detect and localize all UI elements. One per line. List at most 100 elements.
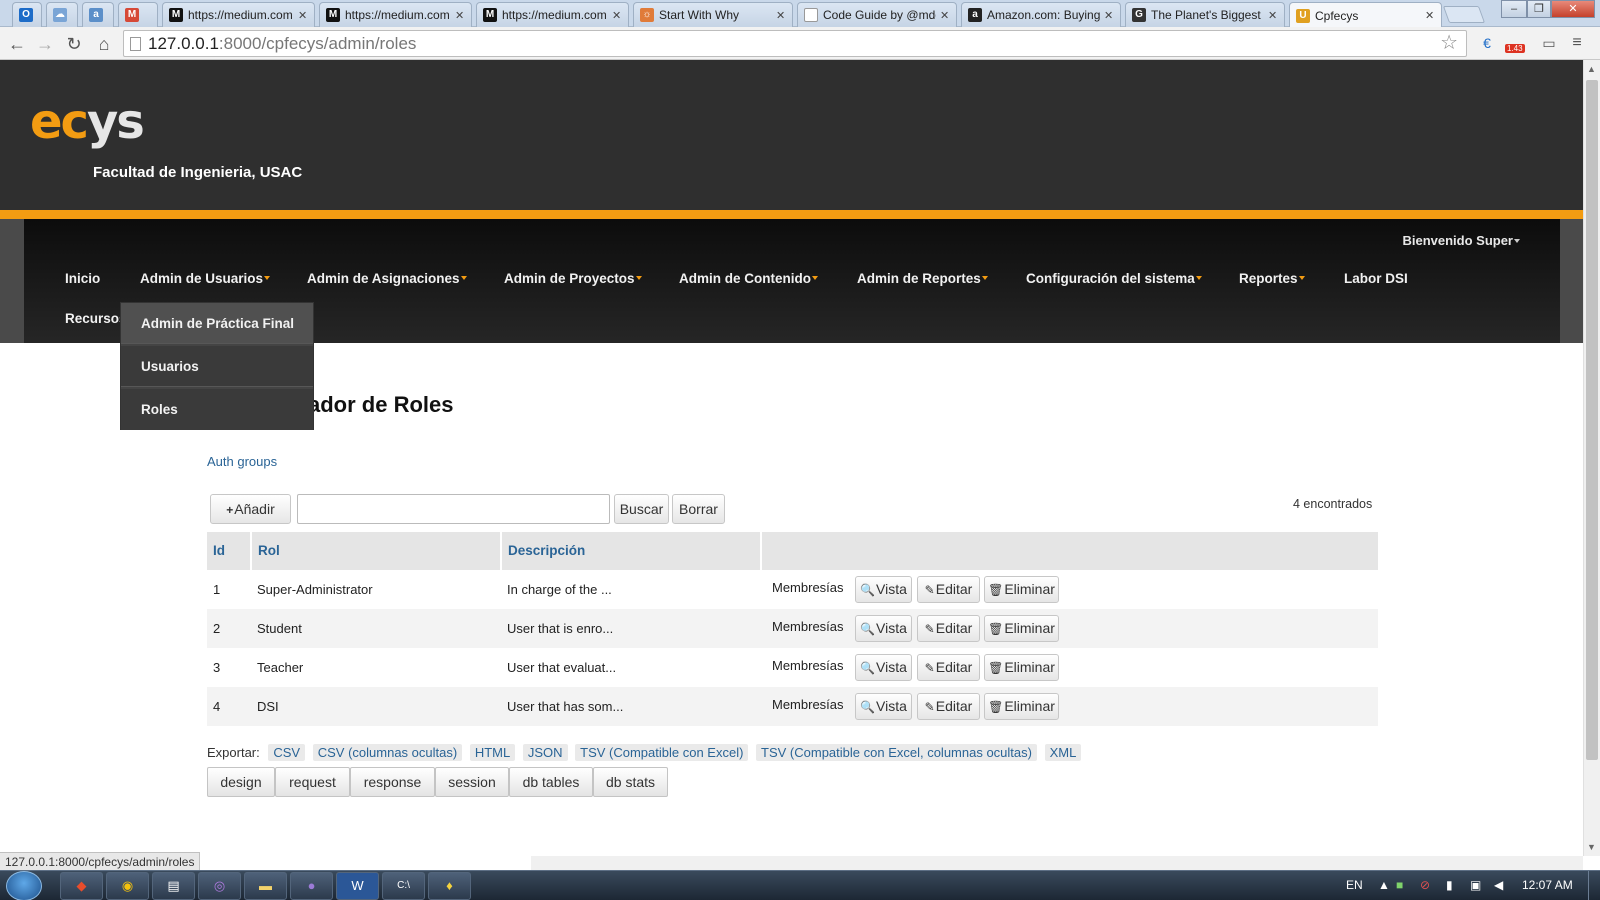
search-button[interactable]: Buscar: [614, 494, 669, 524]
maximize-button[interactable]: ❐: [1527, 0, 1551, 18]
nav-admin-asignaciones[interactable]: Admin de Asignaciones: [307, 271, 467, 286]
scrollbar-thumb[interactable]: [1586, 80, 1598, 760]
nav-reportes[interactable]: Reportes: [1239, 271, 1305, 286]
bookmark-star-icon[interactable]: ☆: [1440, 31, 1458, 56]
vertical-scrollbar[interactable]: ▲ ▼: [1583, 60, 1600, 856]
membresias-link[interactable]: Membresías: [772, 646, 844, 685]
tab-cloud[interactable]: ☁: [46, 2, 78, 27]
export-csv-hidden-link[interactable]: CSV (columnas ocultas): [312, 744, 463, 761]
request-button[interactable]: request: [275, 767, 350, 797]
horizontal-scrollbar[interactable]: [531, 856, 1583, 870]
clock[interactable]: 12:07 AM: [1522, 878, 1573, 892]
nav-labor-dsi[interactable]: Labor DSI: [1344, 271, 1408, 286]
nav-admin-usuarios[interactable]: Admin de Usuarios: [140, 271, 271, 286]
session-button[interactable]: session: [435, 767, 509, 797]
forward-icon[interactable]: →: [34, 33, 56, 55]
delete-button[interactable]: 🗑Eliminar: [984, 576, 1059, 603]
view-button[interactable]: 🔍Vista: [855, 576, 912, 603]
home-icon[interactable]: ⌂: [93, 33, 115, 55]
nav-inicio[interactable]: Inicio: [65, 271, 100, 286]
eclipse-icon[interactable]: ●: [290, 872, 333, 900]
tab-amazon[interactable]: a Amazon.com: Buying ✕: [961, 2, 1121, 27]
close-icon[interactable]: ✕: [455, 9, 465, 22]
membresias-link[interactable]: Membresías: [772, 685, 844, 724]
tab-gmail[interactable]: M: [118, 2, 158, 27]
user-menu[interactable]: Bienvenido Super: [1402, 233, 1520, 248]
url-input[interactable]: 127.0.0.1:8000/cpfecys/admin/roles ☆: [123, 30, 1467, 57]
membresias-link[interactable]: Membresías: [772, 607, 844, 646]
extension-badge-icon[interactable]: 1.43: [1505, 32, 1527, 54]
edit-button[interactable]: ✎Editar: [917, 654, 980, 681]
show-desktop-button[interactable]: [1588, 871, 1600, 900]
clear-button[interactable]: Borrar: [672, 494, 725, 524]
column-header-descripcion[interactable]: Descripción: [502, 532, 762, 570]
python-icon[interactable]: ♦: [428, 872, 471, 900]
export-html-link[interactable]: HTML: [469, 744, 516, 761]
delete-button[interactable]: 🗑Eliminar: [984, 615, 1059, 642]
scroll-down-icon[interactable]: ▼: [1587, 842, 1596, 852]
dropdown-item-roles[interactable]: Roles: [121, 389, 313, 430]
close-icon[interactable]: ✕: [776, 9, 786, 22]
nav-configuracion[interactable]: Configuración del sistema: [1026, 271, 1202, 286]
export-tsv-hidden-link[interactable]: TSV (Compatible con Excel, columnas ocul…: [756, 744, 1037, 761]
cast-icon[interactable]: ▭: [1538, 32, 1560, 54]
column-header-id[interactable]: Id: [207, 532, 252, 570]
reload-icon[interactable]: ↻: [63, 33, 85, 55]
terminal-icon[interactable]: ▤: [152, 872, 195, 900]
tab-medium-3[interactable]: Mhttps://medium.com ✕: [476, 2, 629, 27]
menu-icon[interactable]: ≡: [1566, 32, 1588, 54]
delete-button[interactable]: 🗑Eliminar: [984, 654, 1059, 681]
start-button[interactable]: [6, 871, 42, 900]
app-icon[interactable]: ◎: [198, 872, 241, 900]
db-tables-button[interactable]: db tables: [509, 767, 593, 797]
tray-arrow-icon[interactable]: ▲: [1378, 878, 1390, 892]
response-button[interactable]: response: [350, 767, 435, 797]
cmd-icon[interactable]: C:\: [382, 872, 425, 900]
column-header-rol[interactable]: Rol: [252, 532, 502, 570]
close-icon[interactable]: ✕: [612, 9, 622, 22]
tab-code-guide[interactable]: Code Guide by @mdo ✕: [797, 2, 957, 27]
tab-medium-1[interactable]: Mhttps://medium.com ✕: [162, 2, 315, 27]
volume-icon[interactable]: ◀: [1494, 878, 1503, 892]
tab-aol[interactable]: a: [82, 2, 114, 27]
tray-app-icon[interactable]: ■: [1396, 878, 1403, 892]
tab-planet[interactable]: G The Planet's Biggest ✕: [1125, 2, 1285, 27]
db-stats-button[interactable]: db stats: [593, 767, 668, 797]
euro-extension-icon[interactable]: €: [1476, 32, 1498, 54]
window-close-button[interactable]: ✕: [1551, 0, 1595, 18]
view-button[interactable]: 🔍Vista: [855, 654, 912, 681]
tab-cpfecys[interactable]: U Cpfecys ✕: [1289, 2, 1442, 28]
auth-groups-link[interactable]: Auth groups: [207, 454, 277, 469]
close-icon[interactable]: ✕: [1268, 9, 1278, 22]
export-json-link[interactable]: JSON: [522, 744, 568, 761]
new-tab-button[interactable]: [1442, 6, 1486, 23]
nav-admin-contenido[interactable]: Admin de Contenido: [679, 271, 818, 286]
git-icon[interactable]: ◆: [60, 872, 103, 900]
minimize-button[interactable]: –: [1501, 0, 1527, 18]
network-icon[interactable]: ▣: [1470, 878, 1481, 892]
signal-icon[interactable]: ▮: [1446, 878, 1453, 892]
view-button[interactable]: 🔍Vista: [855, 693, 912, 720]
edit-button[interactable]: ✎Editar: [917, 615, 980, 642]
scroll-up-icon[interactable]: ▲: [1587, 64, 1596, 74]
edit-button[interactable]: ✎Editar: [917, 693, 980, 720]
tray-blocked-icon[interactable]: ⊘: [1420, 878, 1430, 892]
close-icon[interactable]: ✕: [1104, 9, 1114, 22]
view-button[interactable]: 🔍Vista: [855, 615, 912, 642]
chrome-icon[interactable]: ◉: [106, 872, 149, 900]
close-icon[interactable]: ✕: [940, 9, 950, 22]
dropdown-item-practica-final[interactable]: Admin de Práctica Final: [121, 303, 313, 344]
nav-recursos[interactable]: Recursos: [65, 311, 127, 326]
membresias-link[interactable]: Membresías: [772, 568, 844, 607]
back-icon[interactable]: ←: [6, 33, 28, 55]
ecys-logo[interactable]: ecys: [30, 94, 145, 150]
nav-admin-reportes[interactable]: Admin de Reportes: [857, 271, 988, 286]
close-icon[interactable]: ✕: [298, 9, 308, 22]
dropdown-item-usuarios[interactable]: Usuarios: [121, 346, 313, 387]
word-icon[interactable]: W: [336, 872, 379, 900]
export-csv-link[interactable]: CSV: [268, 744, 306, 761]
close-icon[interactable]: ✕: [1425, 9, 1435, 22]
folder-icon[interactable]: ▬: [244, 872, 287, 900]
tab-medium-2[interactable]: Mhttps://medium.com ✕: [319, 2, 472, 27]
export-tsv-link[interactable]: TSV (Compatible con Excel): [575, 744, 749, 761]
